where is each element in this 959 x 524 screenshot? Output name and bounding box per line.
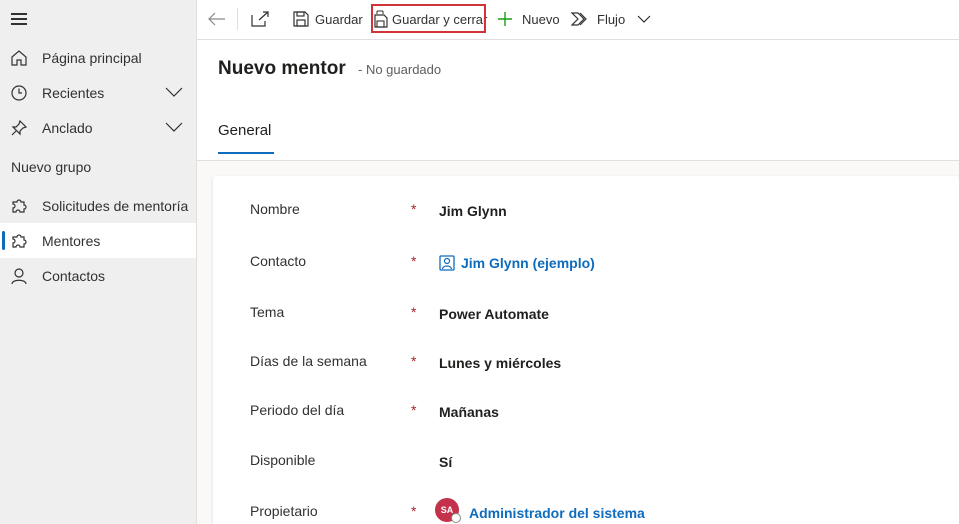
time-of-day-field[interactable]: Mañanas [439, 404, 499, 420]
page-title: Nuevo mentor [218, 58, 346, 79]
open-in-new-window-icon [251, 11, 269, 27]
weekdays-field[interactable]: Lunes y miércoles [439, 355, 561, 371]
save-icon [293, 11, 309, 27]
chevron-down-icon [637, 15, 651, 23]
tab-active-indicator [218, 152, 274, 154]
field-available: Disponible Sí [213, 452, 959, 482]
sidebar-item-home[interactable]: Página principal [0, 40, 196, 75]
form-header: Nuevo mentor - No guardado General [197, 40, 959, 161]
puzzle-icon [12, 234, 27, 248]
required-marker: * [411, 253, 417, 269]
flow-button-label: Flujo [597, 11, 626, 27]
command-bar: Guardar Guardar y cerrar Nuevo Flujo [197, 0, 959, 40]
field-name: Nombre * Jim Glynn [213, 201, 959, 231]
field-label: Días de la semana [250, 353, 367, 369]
field-label: Disponible [250, 452, 316, 468]
field-label: Propietario [250, 503, 318, 519]
presence-status-icon [451, 513, 461, 523]
sidebar-item-mentors[interactable]: Mentores [0, 223, 196, 258]
save-button-label: Guardar [315, 11, 363, 27]
owner-lookup-link[interactable]: Administrador del sistema [469, 505, 645, 521]
person-icon [11, 268, 27, 285]
flow-button[interactable]: Flujo [571, 0, 625, 38]
active-indicator [2, 231, 5, 250]
puzzle-icon [12, 199, 27, 213]
field-topic: Tema * Power Automate [213, 304, 959, 334]
clock-icon [11, 85, 27, 101]
flow-icon [571, 12, 587, 26]
field-label: Tema [250, 304, 285, 320]
name-field[interactable]: Jim Glynn [439, 203, 507, 219]
sidebar-item-mentoring-requests[interactable]: Solicitudes de mentoría [0, 188, 196, 223]
contact-lookup-link[interactable]: Jim Glynn (ejemplo) [461, 255, 595, 271]
sidebar-group-title: Nuevo grupo [11, 159, 92, 175]
field-time-of-day: Periodo del día * Mañanas [213, 402, 959, 432]
field-contact: Contacto * Jim Glynn (ejemplo) [213, 253, 959, 283]
save-button[interactable]: Guardar [293, 0, 363, 38]
new-button[interactable]: Nuevo [497, 0, 560, 38]
sidebar-item-label: Mentores [42, 232, 101, 249]
sidebar-item-label: Página principal [42, 49, 142, 66]
tab-general[interactable]: General [218, 122, 271, 139]
sidebar-item-label: Contactos [42, 267, 106, 284]
required-marker: * [411, 304, 417, 320]
chevron-down-icon[interactable] [165, 85, 183, 99]
sidebar-item-contacts[interactable]: Contactos [0, 258, 196, 293]
save-and-close-highlight [371, 4, 486, 33]
field-owner: Propietario * SA Administrador del siste… [213, 498, 959, 524]
save-status: - No guardado [358, 62, 442, 77]
sidebar: Página principal Recientes Anclado Nuevo… [0, 0, 197, 524]
home-icon [11, 50, 27, 66]
field-label: Periodo del día [250, 402, 345, 418]
pin-icon [11, 119, 28, 136]
contact-card-icon [439, 255, 455, 271]
available-field[interactable]: Sí [439, 454, 452, 470]
sidebar-item-recent[interactable]: Recientes [0, 75, 196, 110]
more-commands-button[interactable] [637, 0, 651, 38]
sidebar-item-label: Anclado [42, 119, 93, 136]
back-arrow-icon [208, 12, 225, 26]
field-weekdays: Días de la semana * Lunes y miércoles [213, 353, 959, 383]
new-button-label: Nuevo [522, 11, 560, 27]
toolbar-divider [237, 8, 238, 30]
sidebar-item-pinned[interactable]: Anclado [0, 110, 196, 145]
hamburger-menu-icon[interactable] [11, 13, 27, 25]
form-section: Nombre * Jim Glynn Contacto * Jim Glynn … [213, 176, 959, 524]
sidebar-item-label: Recientes [42, 84, 105, 101]
field-label: Nombre [250, 201, 300, 217]
popout-button[interactable] [251, 0, 269, 38]
sidebar-item-label: Solicitudes de mentoría [42, 197, 189, 214]
required-marker: * [411, 503, 417, 519]
plus-icon [498, 12, 512, 26]
required-marker: * [411, 353, 417, 369]
field-label: Contacto [250, 253, 307, 269]
required-marker: * [411, 201, 417, 217]
topic-field[interactable]: Power Automate [439, 306, 549, 322]
required-marker: * [411, 402, 417, 418]
chevron-down-icon[interactable] [165, 120, 183, 134]
back-button[interactable] [208, 0, 226, 38]
